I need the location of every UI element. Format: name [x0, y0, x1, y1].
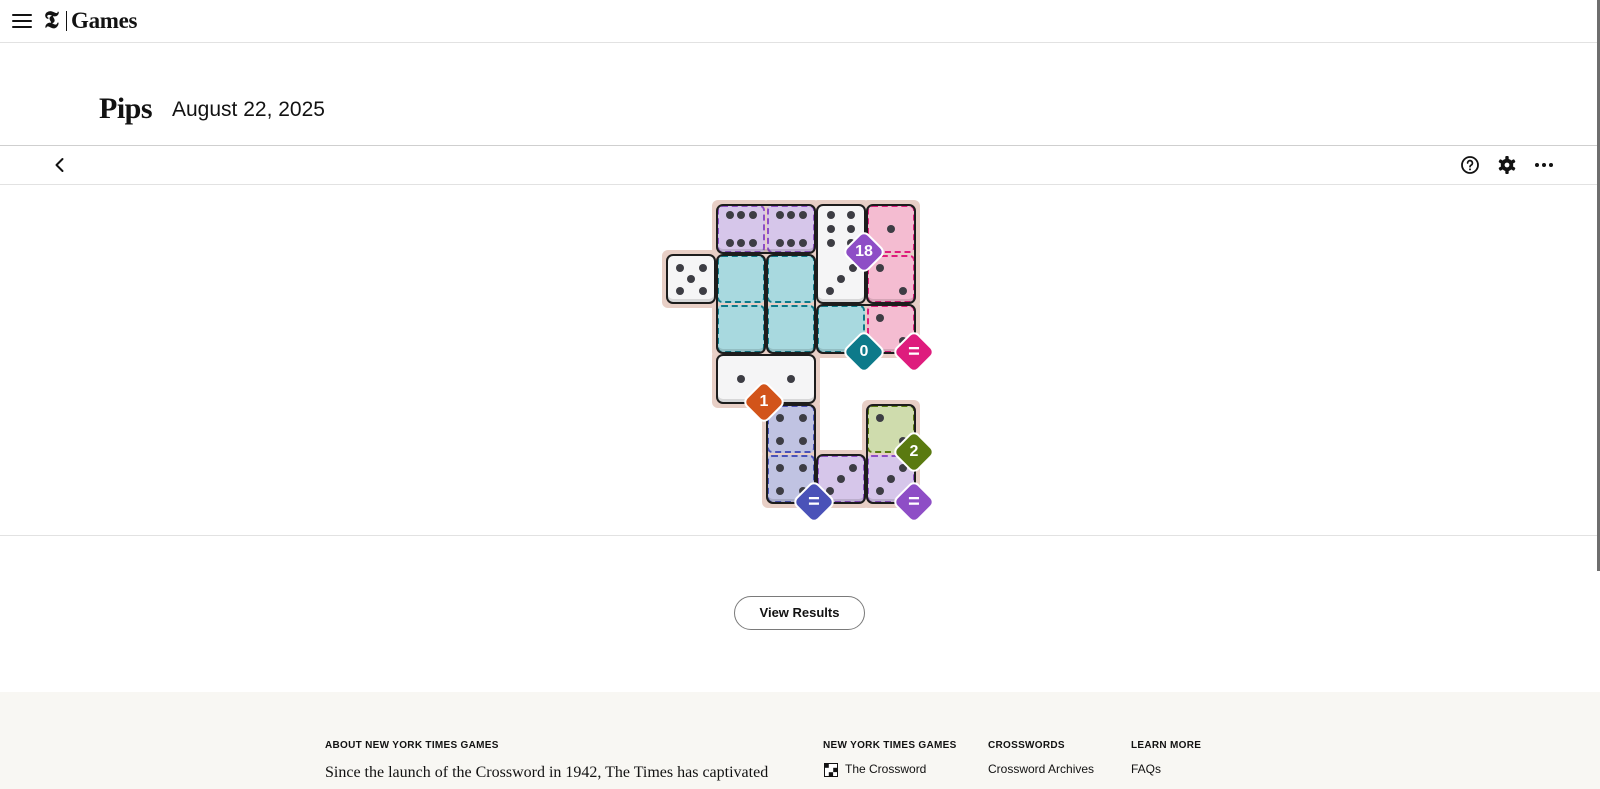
footer-link-archives[interactable]: Crossword Archives — [988, 762, 1094, 776]
top-navigation-bar: 𝕿 Games — [0, 0, 1597, 43]
region-label: = — [908, 341, 920, 363]
pip-dot — [847, 225, 855, 233]
pip-dot — [775, 211, 784, 219]
footer-about-heading: ABOUT NEW YORK TIMES GAMES — [325, 740, 499, 751]
pip-dot — [748, 239, 757, 247]
footer-crosswords-heading: CROSSWORDS — [988, 740, 1065, 751]
region-label: = — [808, 491, 820, 513]
pip-dot — [887, 225, 895, 233]
pip-dot — [687, 275, 695, 283]
pip-dot — [837, 475, 845, 483]
pip-dot — [787, 375, 795, 383]
pip-dot — [737, 375, 745, 383]
pip-dot — [875, 413, 884, 422]
pip-dot — [827, 225, 835, 233]
pip-dot — [898, 286, 907, 295]
pip-dot — [725, 211, 734, 219]
pip-dot — [775, 436, 784, 445]
footer-learn-heading: LEARN MORE — [1131, 740, 1202, 751]
region-label: 1 — [759, 393, 769, 410]
pip-dot — [875, 313, 884, 322]
game-toolbar — [0, 145, 1597, 185]
gear-icon[interactable] — [1495, 153, 1519, 177]
hamburger-icon[interactable] — [12, 11, 32, 31]
footer-about-text: Since the launch of the Crossword in 194… — [325, 764, 769, 781]
pip-dot — [775, 486, 784, 495]
region-label: 0 — [859, 343, 869, 360]
pip-dot — [798, 211, 807, 219]
pip-dot — [827, 211, 835, 219]
content-divider — [0, 535, 1597, 536]
pip-dot — [848, 463, 857, 472]
pip-dot — [798, 239, 807, 247]
pip-dot — [675, 286, 684, 295]
nyt-logo-mark[interactable]: 𝕿 — [44, 6, 59, 36]
pip-dot — [698, 286, 707, 295]
pip-dot — [775, 239, 784, 247]
games-logo-text[interactable]: Games — [71, 6, 138, 36]
game-title: Pips — [99, 92, 153, 125]
more-horizontal-icon[interactable] — [1532, 153, 1556, 177]
pip-dot — [798, 413, 807, 422]
pip-dot — [887, 475, 895, 483]
footer-games-heading: NEW YORK TIMES GAMES — [823, 740, 957, 751]
pip-dot — [675, 263, 684, 272]
pip-dot — [875, 486, 884, 495]
pip-dot — [787, 239, 795, 247]
pip-dot — [737, 211, 745, 219]
pip-dot — [748, 211, 757, 219]
footer-link-faqs[interactable]: FAQs — [1131, 762, 1161, 776]
pip-dot — [787, 211, 795, 219]
view-results-button[interactable]: View Results — [734, 596, 865, 630]
chevron-left-icon[interactable] — [48, 153, 72, 177]
pip-dot — [837, 275, 845, 283]
pip-dot — [725, 239, 734, 247]
region-label: = — [908, 491, 920, 513]
pip-dot — [775, 463, 784, 472]
pip-dot — [827, 239, 835, 247]
game-date: August 22, 2025 — [172, 98, 325, 121]
crossword-grid-icon — [824, 763, 838, 777]
help-circle-icon[interactable] — [1458, 153, 1482, 177]
domino-tile[interactable] — [716, 254, 766, 354]
pip-dot — [825, 286, 834, 295]
domino-tile[interactable] — [766, 254, 816, 354]
footer: ABOUT NEW YORK TIMES GAMES Since the lau… — [0, 692, 1600, 789]
pip-dot — [698, 263, 707, 272]
pip-dot — [798, 436, 807, 445]
pip-dot — [847, 211, 855, 219]
footer-link-crossword[interactable]: The Crossword — [845, 762, 926, 776]
pip-dot — [737, 239, 745, 247]
pip-dot — [798, 463, 807, 472]
logo-divider — [66, 11, 67, 31]
region-label: 18 — [855, 243, 873, 260]
region-label: 2 — [909, 443, 919, 460]
